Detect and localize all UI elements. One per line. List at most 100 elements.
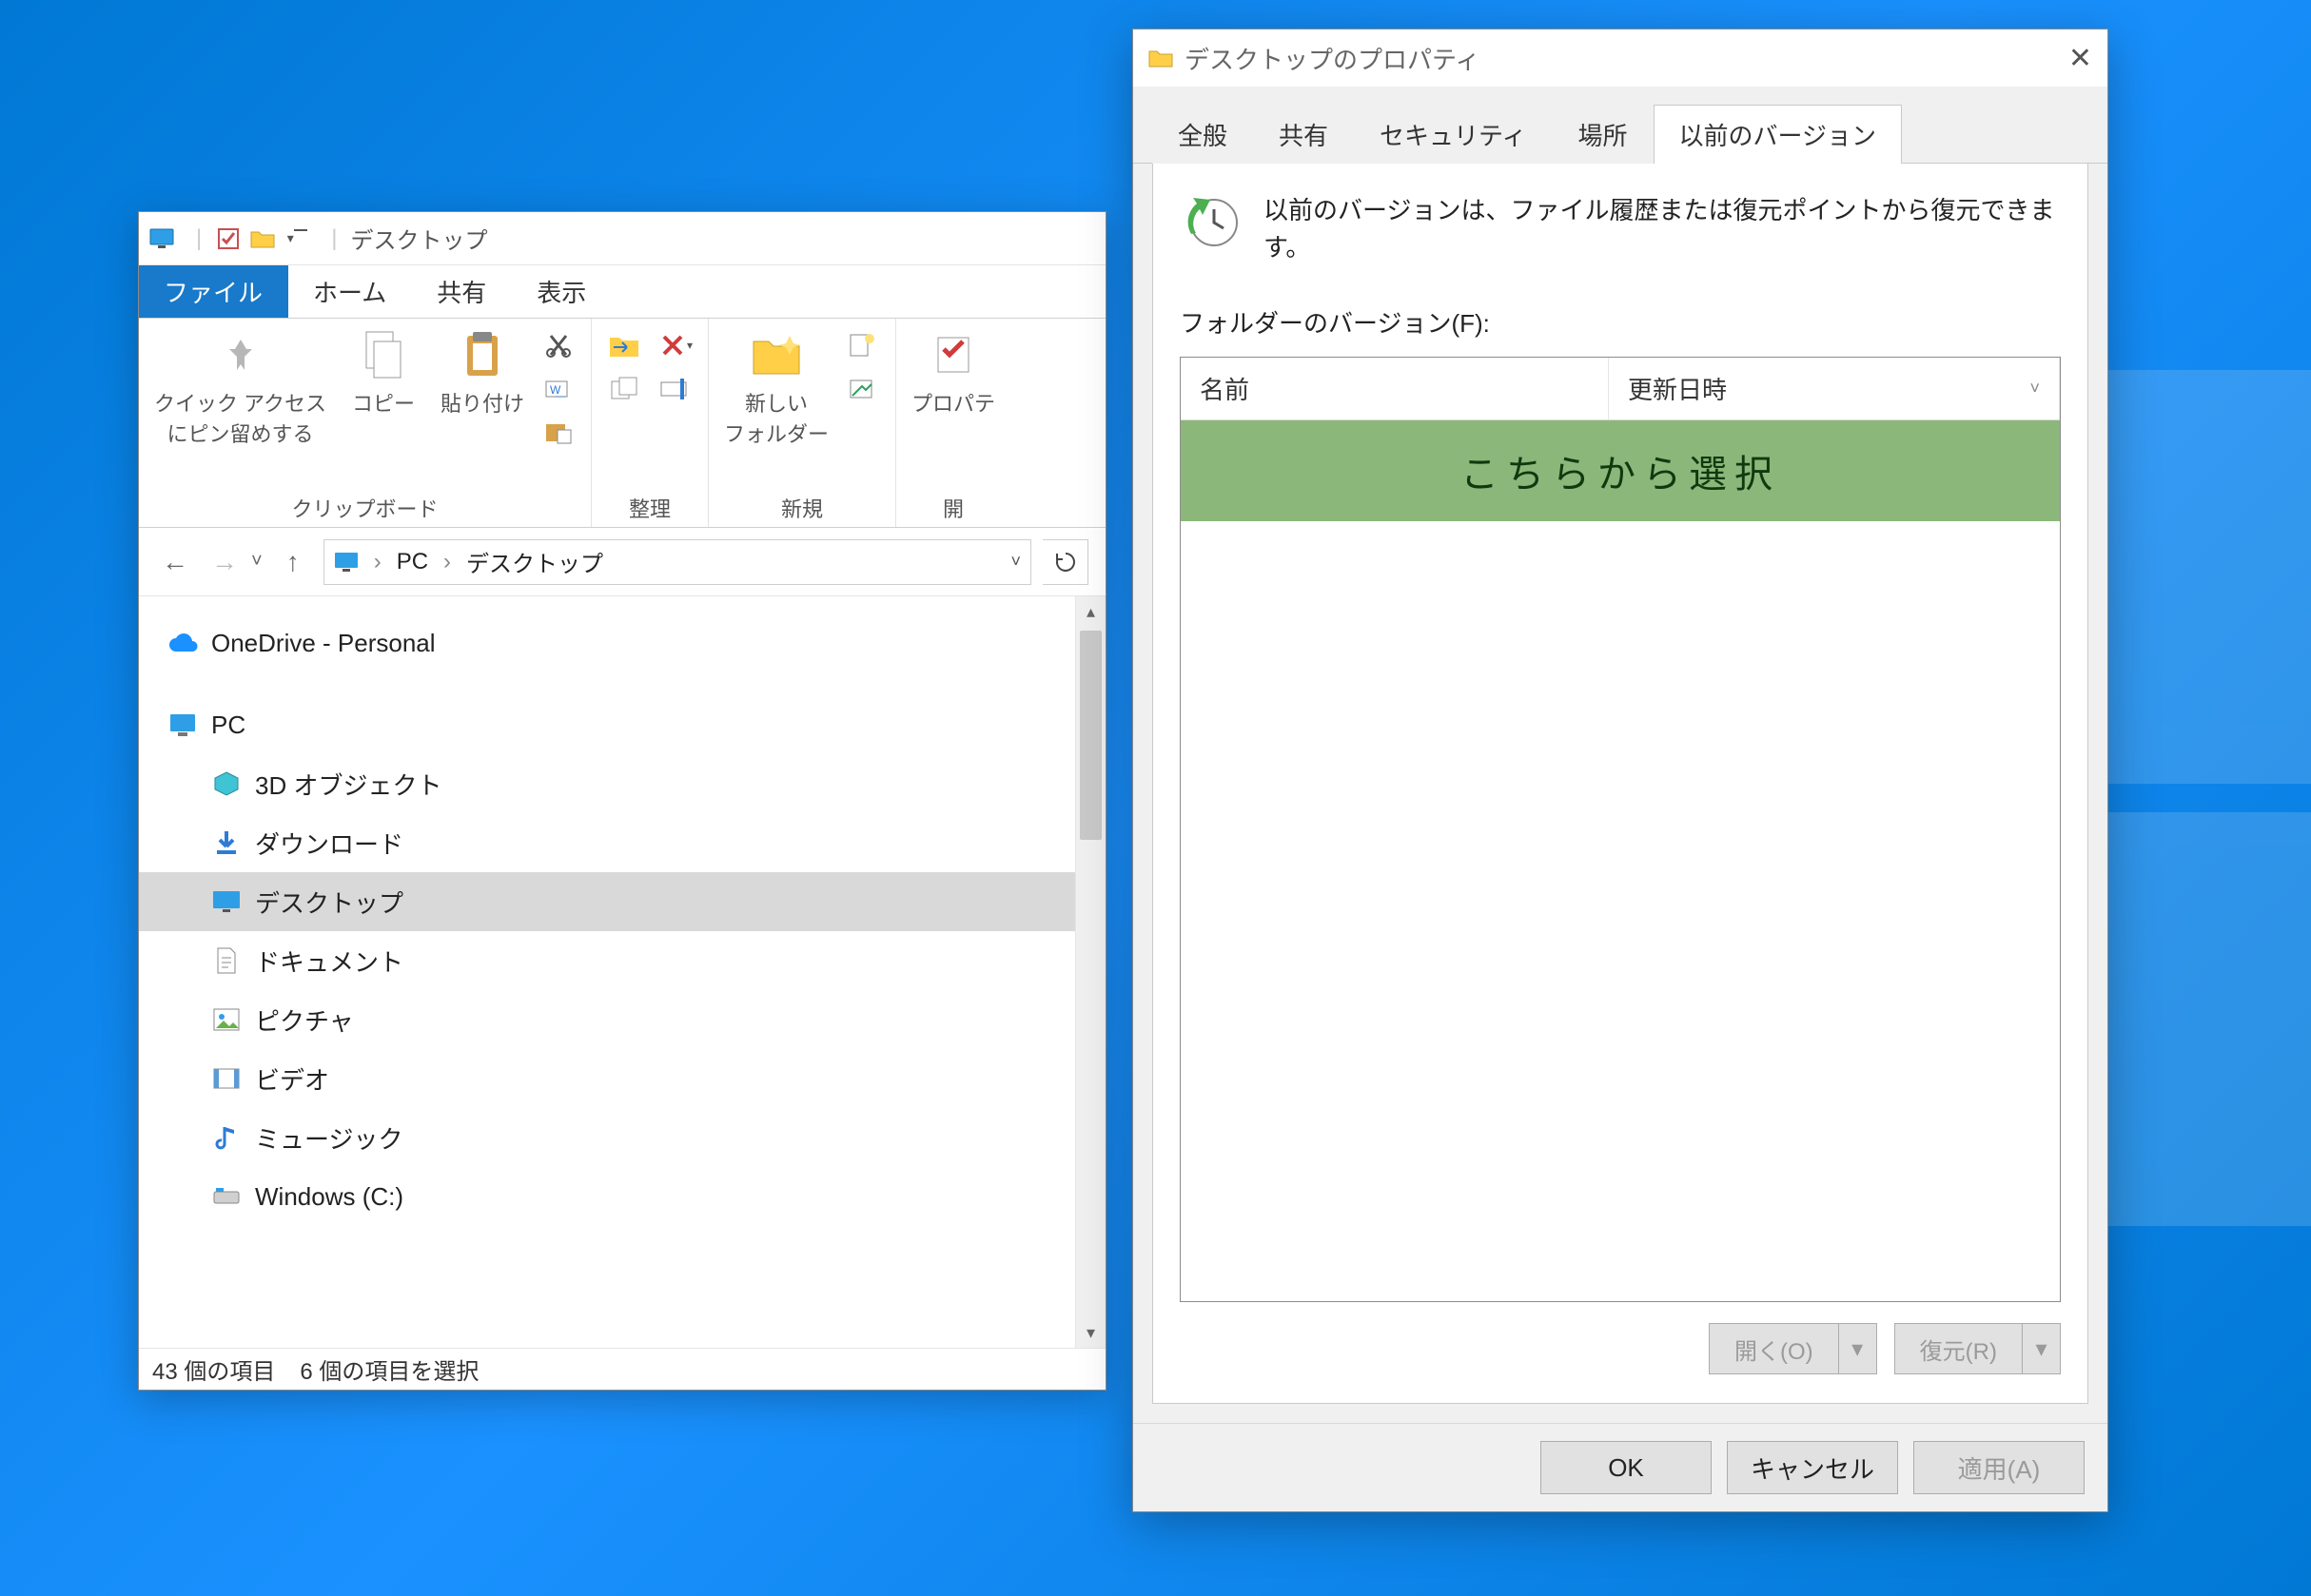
apply-button[interactable]: 適用(A) xyxy=(1913,1441,2085,1494)
copy-icon xyxy=(357,328,410,381)
scrollbar[interactable]: ▴ ▾ xyxy=(1075,596,1106,1348)
window-title: デスクトップ xyxy=(350,222,487,255)
back-button[interactable]: ← xyxy=(156,543,194,581)
recent-locations-button[interactable]: ˅ xyxy=(251,551,263,573)
dialog-body: 以前のバージョンは、ファイル履歴または復元ポイントから復元できます。 フォルダー… xyxy=(1152,164,2088,1404)
nav-pictures[interactable]: ピクチャ xyxy=(139,990,1075,1049)
nav-downloads[interactable]: ダウンロード xyxy=(139,813,1075,872)
breadcrumb-pc[interactable]: PC xyxy=(397,549,428,575)
cube-icon xyxy=(211,769,242,799)
status-selection: 6 個の項目を選択 xyxy=(300,1353,479,1386)
folder-icon[interactable] xyxy=(249,225,276,252)
nav-3d-objects[interactable]: 3D オブジェクト xyxy=(139,754,1075,813)
folder-versions-label: フォルダーのバージョン(F): xyxy=(1180,304,2061,340)
copy-to-icon[interactable] xyxy=(607,372,641,406)
folder-icon xyxy=(1148,48,1173,68)
info-text: 以前のバージョンは、ファイル履歴または復元ポイントから復元できます。 xyxy=(1263,192,2061,266)
checkbox-icon[interactable] xyxy=(215,225,242,252)
easy-access-icon[interactable] xyxy=(846,372,880,406)
new-item-icon[interactable] xyxy=(846,328,880,362)
separator: | xyxy=(331,225,337,252)
nav-pc[interactable]: PC xyxy=(139,695,1075,754)
address-dropdown-icon[interactable]: ˅ xyxy=(1010,552,1021,572)
tab-previous-versions[interactable]: 以前のバージョン xyxy=(1654,105,1902,164)
rename-icon[interactable] xyxy=(658,372,693,406)
ribbon-group-label: 整理 xyxy=(607,487,693,523)
scroll-down-icon[interactable]: ▾ xyxy=(1076,1317,1106,1348)
explorer-titlebar[interactable]: | ▾ | デスクトップ xyxy=(139,212,1106,265)
ribbon-group-organize: ▾ 整理 xyxy=(592,319,709,527)
forward-button[interactable]: → xyxy=(206,543,244,581)
version-action-buttons: 開く(O) ▾ 復元(R) ▾ xyxy=(1180,1302,2061,1374)
ok-button[interactable]: OK xyxy=(1540,1441,1712,1494)
pin-to-quick-access-button[interactable]: クイック アクセス にピン留めする xyxy=(154,328,326,448)
document-icon xyxy=(211,945,242,976)
chevron-right-icon[interactable]: › xyxy=(374,549,382,575)
move-to-icon[interactable] xyxy=(607,328,641,362)
video-icon xyxy=(211,1063,242,1094)
paste-shortcut-icon[interactable] xyxy=(541,416,576,450)
dialog-buttons: OK キャンセル 適用(A) xyxy=(1133,1423,2107,1511)
nav-documents[interactable]: ドキュメント xyxy=(139,931,1075,990)
nav-onedrive[interactable]: OneDrive - Personal xyxy=(139,613,1075,672)
drive-icon xyxy=(211,1181,242,1212)
versions-empty-area xyxy=(1181,521,2060,1301)
tab-security[interactable]: セキュリティ xyxy=(1354,105,1552,164)
copy-button[interactable]: コピー xyxy=(343,328,423,418)
properties-button[interactable]: プロパテ xyxy=(911,328,995,418)
music-icon xyxy=(211,1122,242,1153)
tab-general[interactable]: 全般 xyxy=(1152,105,1253,164)
dialog-title: デスクトップのプロパティ xyxy=(1185,41,1479,76)
column-name[interactable]: 名前 xyxy=(1181,358,1609,419)
versions-list[interactable]: 名前 更新日時 ˅ こちらから選択 xyxy=(1180,357,2061,1302)
breadcrumb[interactable]: › PC › デスクトップ ˅ xyxy=(323,539,1031,585)
ribbon-tabs: ファイル ホーム 共有 表示 xyxy=(139,265,1106,319)
delete-icon[interactable]: ▾ xyxy=(658,328,693,362)
picture-icon xyxy=(211,1004,242,1035)
cut-icon[interactable] xyxy=(541,328,576,362)
monitor-icon xyxy=(334,552,359,573)
ribbon-group-new: 新しい フォルダー 新規 xyxy=(709,319,896,527)
versions-header: 名前 更新日時 ˅ xyxy=(1181,358,2060,420)
restore-clock-icon xyxy=(1180,192,1241,253)
restore-version-button[interactable]: 復元(R) ▾ xyxy=(1894,1323,2061,1374)
pin-icon xyxy=(214,328,267,381)
nav-desktop[interactable]: デスクトップ xyxy=(139,872,1075,931)
tab-location[interactable]: 場所 xyxy=(1552,105,1653,164)
dialog-tabs: 全般 共有 セキュリティ 場所 以前のバージョン xyxy=(1133,87,2107,164)
scrollbar-thumb[interactable] xyxy=(1080,631,1102,840)
paste-button[interactable]: 貼り付け xyxy=(441,328,524,418)
refresh-button[interactable] xyxy=(1043,539,1088,585)
open-dropdown-icon[interactable]: ▾ xyxy=(1839,1323,1877,1374)
tab-home[interactable]: ホーム xyxy=(288,265,412,318)
up-button[interactable]: ↑ xyxy=(274,543,312,581)
desktop-icon xyxy=(211,886,242,917)
download-icon xyxy=(211,827,242,858)
tab-view[interactable]: 表示 xyxy=(512,265,612,318)
chevron-right-icon[interactable]: › xyxy=(443,549,451,575)
cloud-icon xyxy=(167,628,198,658)
ribbon-group-open: プロパテ 開 xyxy=(896,319,1010,527)
tab-file[interactable]: ファイル xyxy=(139,265,288,318)
open-version-button[interactable]: 開く(O) ▾ xyxy=(1709,1323,1877,1374)
dialog-titlebar[interactable]: デスクトップのプロパティ ✕ xyxy=(1133,29,2107,87)
breadcrumb-desktop[interactable]: デスクトップ xyxy=(466,545,603,578)
qat-dropdown-icon[interactable]: ▾ xyxy=(284,225,310,252)
navigation-pane[interactable]: OneDrive - Personal PC 3D オブジェクト ダウンロード … xyxy=(139,596,1075,1348)
new-folder-button[interactable]: 新しい フォルダー xyxy=(724,328,829,448)
close-button[interactable]: ✕ xyxy=(2068,42,2092,75)
address-bar: ← → ˅ ↑ › PC › デスクトップ ˅ xyxy=(139,528,1106,596)
column-date[interactable]: 更新日時 ˅ xyxy=(1609,358,2060,419)
restore-dropdown-icon[interactable]: ▾ xyxy=(2023,1323,2061,1374)
tab-sharing[interactable]: 共有 xyxy=(1253,105,1354,164)
ribbon-group-clipboard: クイック アクセス にピン留めする コピー 貼り付け W͟ クリップボード xyxy=(139,319,592,527)
cancel-button[interactable]: キャンセル xyxy=(1727,1441,1898,1494)
copy-path-icon[interactable]: W͟ xyxy=(541,372,576,406)
tab-share[interactable]: 共有 xyxy=(412,265,512,318)
nav-drive-c[interactable]: Windows (C:) xyxy=(139,1167,1075,1226)
scroll-up-icon[interactable]: ▴ xyxy=(1076,596,1106,627)
nav-music[interactable]: ミュージック xyxy=(139,1108,1075,1167)
select-here-banner[interactable]: こちらから選択 xyxy=(1181,420,2060,521)
properties-dialog: デスクトップのプロパティ ✕ 全般 共有 セキュリティ 場所 以前のバージョン … xyxy=(1132,29,2108,1512)
nav-videos[interactable]: ビデオ xyxy=(139,1049,1075,1108)
